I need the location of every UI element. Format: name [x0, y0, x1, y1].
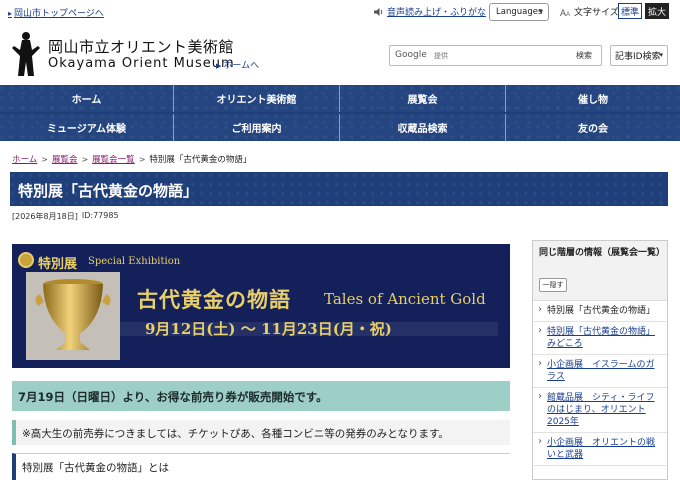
- sidebar-item-city-life[interactable]: 館蔵品展 シティ・ライフのはじまり、オリエント 2025年: [533, 388, 667, 433]
- text-size-large-button[interactable]: 拡大: [645, 3, 669, 19]
- city-top-link[interactable]: ▸ 岡山市トップページへ: [8, 6, 104, 19]
- svg-text:A: A: [566, 12, 570, 17]
- breadcrumb-exhibitions[interactable]: 展覧会: [52, 153, 78, 165]
- nav-home[interactable]: ホーム: [0, 85, 174, 112]
- nav-visitor-guide[interactable]: ご利用案内: [174, 114, 340, 141]
- breadcrumb-separator: >: [81, 154, 89, 164]
- global-nav: ホーム オリエント美術館 展覧会 催し物 ミュージアム体験 ご利用案内 収蔵品検…: [0, 85, 680, 141]
- golden-vessel-image: [26, 272, 120, 360]
- utility-bar: ▸ 岡山市トップページへ 音声読み上げ・ふりがな Languages ▾ AA 文…: [0, 0, 680, 24]
- home-link-label: ホームへ: [223, 61, 260, 71]
- nav-museum-experience[interactable]: ミュージアム体験: [0, 114, 174, 141]
- breadcrumb-separator: >: [41, 154, 48, 164]
- speaker-icon: [374, 7, 383, 16]
- site-name-jp[interactable]: 岡山市立オリエント美術館: [48, 36, 234, 57]
- article-id-search-label: 記事ID検索: [615, 52, 661, 62]
- banner-label-jp: 特別展: [38, 257, 78, 272]
- text-size-normal-button[interactable]: 標準: [618, 3, 642, 19]
- nav-friends[interactable]: 友の会: [506, 114, 680, 141]
- search-button[interactable]: 検索: [576, 50, 592, 61]
- breadcrumb-home[interactable]: ホーム: [12, 153, 37, 165]
- banner-label-en: Special Exhibition: [88, 256, 181, 267]
- site-name-en[interactable]: Okayama Orient Museum: [48, 56, 235, 71]
- exhibition-title-jp: 古代黄金の物語: [137, 287, 291, 312]
- speech-link[interactable]: 音声読み上げ・ふりがな: [373, 5, 486, 18]
- sidebar-item-highlights[interactable]: 特別展「古代黄金の物語」みどころ: [533, 322, 667, 355]
- sidebar-hide-button[interactable]: 一隠す: [539, 278, 567, 292]
- article-id-search[interactable]: 記事ID検索 ▾: [610, 45, 668, 66]
- breadcrumb-separator: >: [138, 154, 146, 164]
- breadcrumb-current: 特別展「古代黄金の物語」: [149, 155, 252, 165]
- student-ticket-notice: ※高大生の前売券につきましては、チケットぴあ、各種コンビニ等の発券のみとなります…: [12, 420, 510, 445]
- section-heading: 特別展「古代黄金の物語」とは: [12, 453, 510, 480]
- text-size-text: 文字サイズ: [574, 8, 619, 18]
- museum-logo-icon[interactable]: [10, 30, 42, 78]
- exhibition-banner: 特別展 Special Exhibition 古代黄金の物語 Tales of …: [12, 244, 510, 368]
- nav-collection-search[interactable]: 収蔵品検索: [340, 114, 506, 141]
- sidebar-list: 特別展「古代黄金の物語」 特別展「古代黄金の物語」みどころ 小企画展 イスラーム…: [533, 301, 667, 466]
- breadcrumb-exhibition-list[interactable]: 展覧会一覧: [92, 153, 135, 165]
- speech-link-label: 音声読み上げ・ふりがな: [387, 8, 487, 18]
- student-ticket-text: ※高大生の前売券につきましては、チケットぴあ、各種コンビニ等の発券のみとなります…: [22, 428, 449, 440]
- page-title-band: 特別展「古代黄金の物語」: [10, 172, 668, 206]
- chevron-down-icon: ▾: [538, 7, 543, 16]
- exhibition-title-en: Tales of Ancient Gold: [324, 290, 486, 308]
- google-label: Google: [395, 50, 427, 60]
- section-heading-text: 特別展「古代黄金の物語」とは: [22, 462, 169, 474]
- nav-exhibitions[interactable]: 展覧会: [340, 85, 506, 112]
- sidebar-header: 同じ階層の情報（展覧会一覧） 一隠す: [533, 241, 667, 301]
- nav-orient-museum[interactable]: オリエント美術館: [174, 85, 340, 112]
- site-search: Google 検索: [389, 45, 602, 66]
- home-link[interactable]: ▶ ホームへ: [216, 58, 259, 71]
- page-meta: [2026年8月18日] ID:77985: [12, 211, 119, 222]
- update-date: [2026年8月18日]: [12, 212, 78, 221]
- city-top-link-label: 岡山市トップページへ: [14, 9, 104, 19]
- language-select-label: Languages: [496, 7, 543, 17]
- nav-events[interactable]: 催し物: [506, 85, 680, 112]
- chevron-down-icon: ▾: [659, 51, 663, 59]
- golden-vessel-icon: [35, 279, 111, 350]
- badge-icon: [18, 252, 34, 268]
- text-size-icon: AA: [560, 8, 570, 17]
- exhibition-dates: 9月12日(土) ～ 11月23日(月・祝): [145, 320, 392, 338]
- search-input[interactable]: [434, 49, 564, 63]
- advance-ticket-text: 7月19日（日曜日）より、お得な前売り券が販売開始です。: [18, 390, 328, 404]
- site-header: 岡山市立オリエント美術館 Okayama Orient Museum ▶ ホームへ…: [0, 24, 680, 84]
- breadcrumb: ホーム > 展覧会 > 展覧会一覧 > 特別展「古代黄金の物語」: [12, 153, 252, 166]
- text-size-label: AA 文字サイズ: [560, 5, 619, 19]
- arrow-icon: ▸: [8, 9, 13, 18]
- sidebar-title: 同じ階層の情報（展覧会一覧）: [539, 248, 666, 258]
- advance-ticket-notice: 7月19日（日曜日）より、お得な前売り券が販売開始です。: [12, 381, 510, 411]
- triangle-icon: ▶: [216, 62, 222, 70]
- sidebar-item-islamic-glass[interactable]: 小企画展 イスラームのガラス: [533, 355, 667, 388]
- article-id: ID:77985: [81, 211, 119, 220]
- sidebar: 同じ階層の情報（展覧会一覧） 一隠す 特別展「古代黄金の物語」 特別展「古代黄金…: [532, 240, 668, 480]
- language-select[interactable]: Languages ▾: [489, 3, 549, 21]
- sidebar-item-current: 特別展「古代黄金の物語」: [533, 301, 667, 322]
- page-title: 特別展「古代黄金の物語」: [18, 182, 199, 200]
- sidebar-item-weapons[interactable]: 小企画展 オリエントの戦いと武器: [533, 433, 667, 466]
